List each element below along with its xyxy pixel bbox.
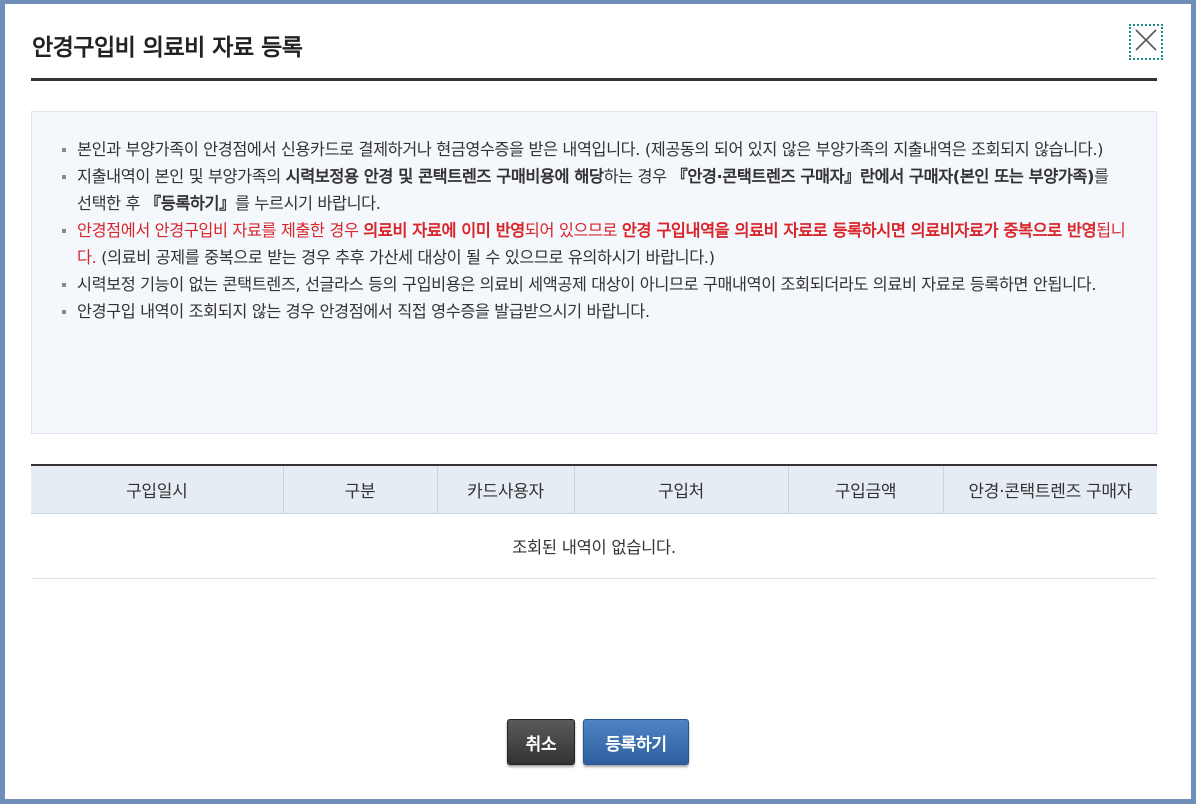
notice-box: 본인과 부양가족이 안경점에서 신용카드로 결제하거나 현금영수증을 받은 내역…	[31, 111, 1157, 434]
notice-item: 안경구입 내역이 조회되지 않는 경우 안경점에서 직접 영수증을 발급받으시기…	[62, 298, 1126, 325]
dialog-title: 안경구입비 의료비 자료 등록	[32, 35, 303, 61]
notice-text: 되어 있으므로	[524, 221, 622, 240]
column-header: 구입금액	[787, 464, 943, 514]
table-row: 조회된 내역이 없습니다.	[31, 513, 1157, 579]
column-header: 구입일시	[31, 464, 283, 514]
title-divider	[31, 78, 1157, 81]
notice-text: (의료비 공제를 중복으로 받는 경우 추후 가산세 대상이 될 수 있으므로 …	[96, 248, 715, 267]
bullet-icon	[62, 310, 66, 314]
column-header: 구입처	[573, 464, 788, 514]
notice-item: 안경점에서 안경구입비 자료를 제출한 경우 의료비 자료에 이미 반영되어 있…	[62, 217, 1126, 271]
column-header: 카드사용자	[436, 464, 574, 514]
notice-text: 『등록하기』	[144, 194, 235, 213]
register-button[interactable]: 등록하기	[583, 719, 689, 765]
bullet-icon	[62, 283, 66, 287]
notice-text: 안경 구입내역을 의료비 자료로 등록하시면 의료비자료가 중복으로 반영	[621, 221, 1097, 240]
notice-text: 시력보정 기능이 없는 콘택트렌즈, 선글라스 등의 구입비용은 의료비 세액공…	[77, 275, 1097, 294]
notice-text: 본인과 부양가족이 안경점에서 신용카드로 결제하거나 현금영수증을 받은 내역…	[77, 140, 1104, 159]
notice-text: 안경점에서 안경구입비 자료를 제출한 경우	[77, 221, 364, 240]
notice-item: 시력보정 기능이 없는 콘택트렌즈, 선글라스 등의 구입비용은 의료비 세액공…	[62, 271, 1126, 298]
notice-text: 하는 경우	[603, 167, 672, 186]
close-icon	[1133, 27, 1159, 57]
notice-item: 본인과 부양가족이 안경점에서 신용카드로 결제하거나 현금영수증을 받은 내역…	[62, 136, 1126, 163]
purchase-table: 구입일시 구분 카드사용자 구입처 구입금액 안경·콘택트렌즈 구매자 조회된 내역이 없…	[31, 464, 1157, 579]
notice-text: 의료비 자료에 이미 반영	[363, 221, 525, 240]
notice-text: 시력보정용 안경 및 콘택트렌즈 구매비용에 해당	[285, 167, 604, 186]
notice-text: 안경구입 내역이 조회되지 않는 경우 안경점에서 직접 영수증을 발급받으시기…	[77, 302, 650, 321]
bullet-icon	[62, 229, 66, 233]
bullet-icon	[62, 148, 66, 152]
column-header: 구분	[282, 464, 437, 514]
notice-list: 본인과 부양가족이 안경점에서 신용카드로 결제하거나 현금영수증을 받은 내역…	[62, 136, 1126, 325]
table-header-row: 구입일시 구분 카드사용자 구입처 구입금액 안경·콘택트렌즈 구매자	[31, 464, 1157, 514]
notice-text: 지출내역이 본인 및 부양가족의	[77, 167, 286, 186]
bullet-icon	[62, 175, 66, 179]
notice-text: 를 누르시기 바랍니다.	[234, 194, 381, 213]
close-button[interactable]	[1129, 24, 1163, 60]
notice-text: 『안경·콘택트렌즈 구매자』란에서 구매자(본인 또는 부양가족)	[671, 167, 1095, 186]
cancel-button[interactable]: 취소	[507, 719, 575, 765]
notice-item: 지출내역이 본인 및 부양가족의 시력보정용 안경 및 콘택트렌즈 구매비용에 …	[62, 163, 1126, 217]
column-header: 안경·콘택트렌즈 구매자	[942, 464, 1157, 514]
empty-message: 조회된 내역이 없습니다.	[31, 513, 1157, 579]
